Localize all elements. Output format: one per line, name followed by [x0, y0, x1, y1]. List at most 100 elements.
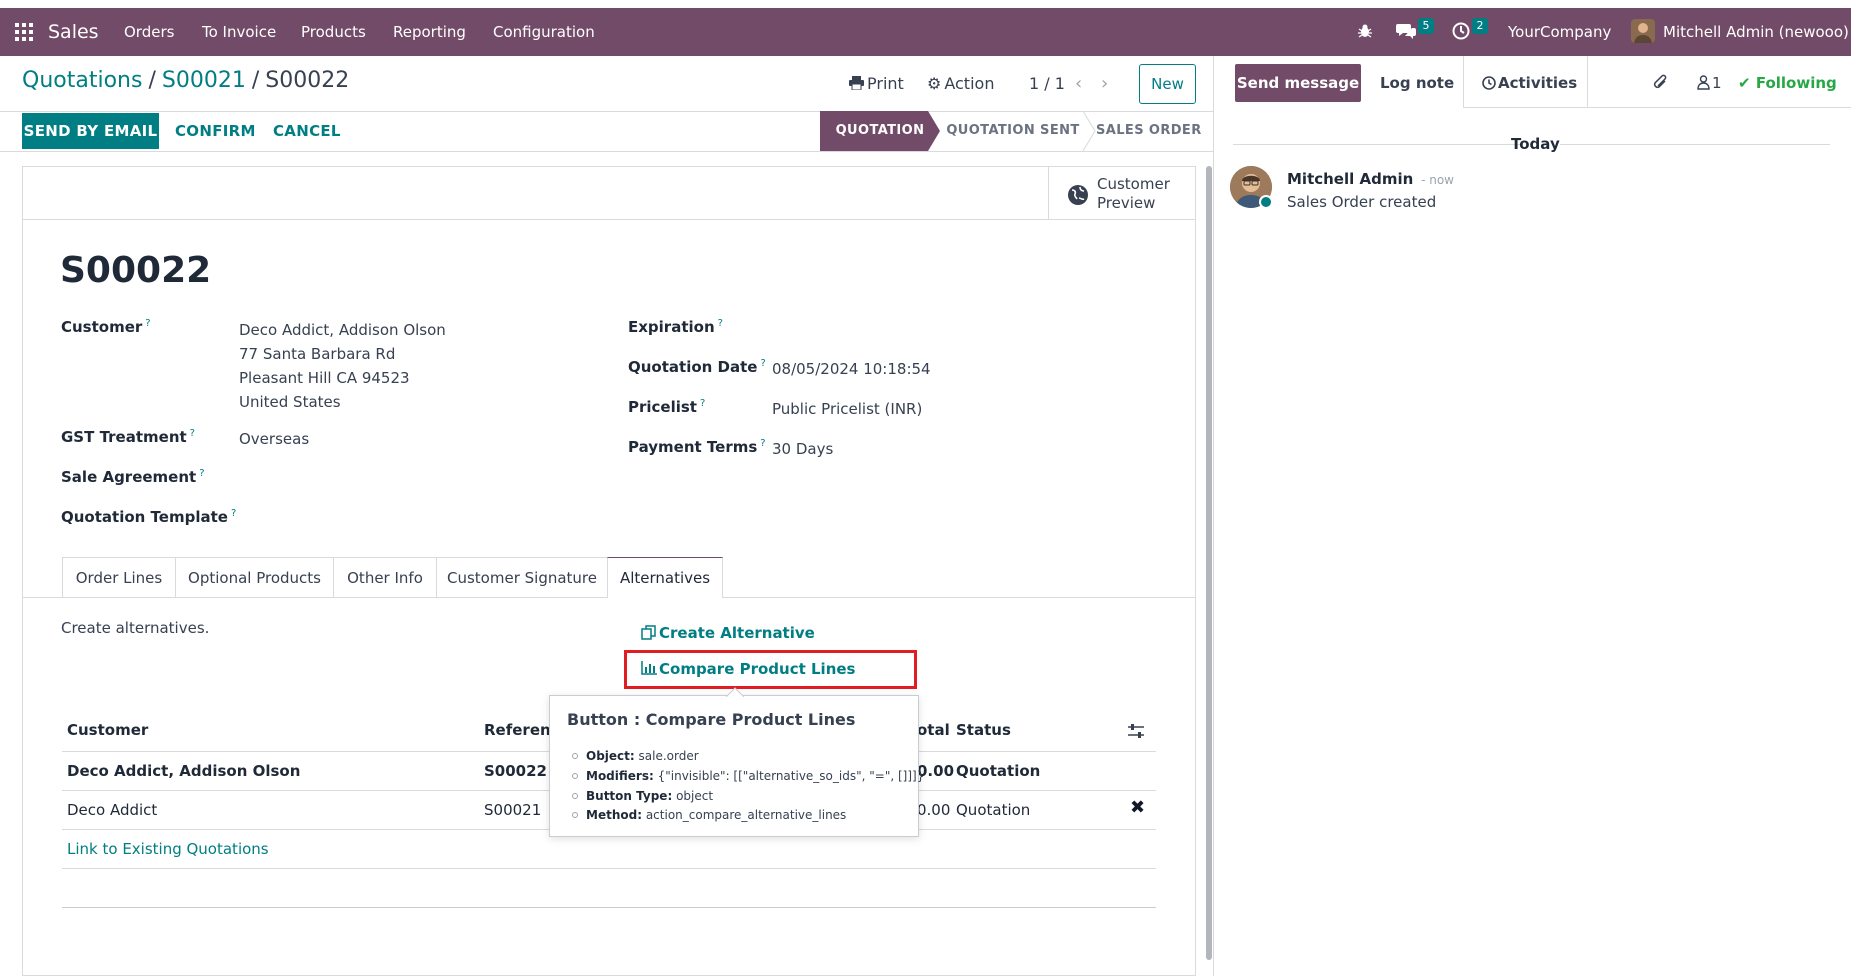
following-button[interactable]: ✔ Following	[1738, 64, 1837, 102]
action-label: Action	[944, 74, 995, 93]
message-time: - now	[1421, 173, 1454, 187]
followers-button[interactable]: 1	[1697, 64, 1722, 102]
customer-preview-button[interactable]: Customer Preview	[1048, 166, 1196, 219]
link-existing-quotations[interactable]: Link to Existing Quotations	[67, 840, 269, 858]
chatter-topbar-divider	[1463, 107, 1851, 108]
bug-icon[interactable]	[1357, 8, 1373, 56]
quotation-template-field[interactable]	[239, 506, 579, 532]
tab-optional-products[interactable]: Optional Products	[175, 557, 333, 597]
cancel-button[interactable]: CANCEL	[273, 113, 341, 149]
activities-badge: 2	[1472, 18, 1488, 34]
create-alternative-label: Create Alternative	[659, 624, 815, 642]
clock-icon	[1482, 76, 1496, 90]
pricelist-help-icon[interactable]: ?	[700, 398, 705, 409]
message-header: Mitchell Admin - now	[1287, 170, 1454, 188]
alternatives-helper-text: Create alternatives.	[61, 619, 210, 637]
payment-terms-field[interactable]: 30 Days	[772, 440, 833, 458]
template-help-icon[interactable]: ?	[231, 508, 236, 519]
print-button[interactable]: Print	[849, 65, 904, 103]
quotation-date-label: Quotation Date?	[628, 358, 766, 376]
new-button[interactable]: New	[1139, 64, 1196, 104]
payment-terms-label-text: Payment Terms	[628, 438, 758, 456]
user-menu[interactable]: Mitchell Admin (newooo)	[1663, 8, 1849, 56]
stage-quotation[interactable]: QUOTATION	[820, 111, 940, 151]
tooltip-button-type: Button Type: object	[572, 789, 713, 803]
send-message-button[interactable]: Send message	[1235, 64, 1361, 102]
app-name[interactable]: Sales	[48, 8, 99, 56]
row-customer: Deco Addict	[67, 801, 158, 819]
user-icon	[1697, 75, 1710, 90]
customer-preview-line1: Customer	[1097, 175, 1170, 193]
expiration-field[interactable]	[772, 316, 1152, 342]
breadcrumb-s00021[interactable]: S00021	[162, 68, 246, 93]
template-label-text: Quotation Template	[61, 508, 228, 526]
row-reference: S00022	[484, 762, 547, 780]
menu-products[interactable]: Products	[301, 8, 366, 56]
pager-value[interactable]: 1 / 1	[1029, 65, 1065, 103]
column-status[interactable]: Status	[956, 721, 1011, 739]
tooltip-object-key: Object:	[586, 749, 635, 763]
payment-terms-help-icon[interactable]: ?	[760, 438, 765, 449]
user-avatar[interactable]	[1631, 8, 1655, 56]
delete-row-icon[interactable]: ✖	[1130, 797, 1145, 818]
breadcrumb-quotations[interactable]: Quotations	[22, 68, 142, 93]
expiration-help-icon[interactable]: ?	[718, 318, 723, 329]
optional-columns-icon[interactable]	[1127, 723, 1145, 739]
form-scrollbar[interactable]	[1206, 166, 1212, 960]
menu-reporting[interactable]: Reporting	[393, 8, 466, 56]
chatter-tab-divider	[1463, 56, 1464, 108]
copy-icon	[641, 625, 656, 640]
customer-field[interactable]: Deco Addict, Addison Olson 77 Santa Barb…	[239, 318, 446, 414]
action-button[interactable]: ⚙ Action	[927, 65, 994, 103]
pricelist-field[interactable]: Public Pricelist (INR)	[772, 400, 922, 418]
customer-label: Customer?	[61, 318, 151, 336]
payment-terms-label: Payment Terms?	[628, 438, 766, 456]
messages-icon[interactable]	[1396, 8, 1416, 56]
stage-sales-order[interactable]: SALES ORDER	[1096, 111, 1201, 151]
expiration-label: Expiration?	[628, 318, 723, 336]
create-alternative-button[interactable]: Create Alternative	[641, 624, 815, 642]
tab-order-lines[interactable]: Order Lines	[62, 557, 175, 597]
customer-country: United States	[239, 393, 341, 411]
activities-button[interactable]: Activities	[1482, 64, 1577, 102]
attachment-icon[interactable]	[1652, 64, 1668, 102]
messages-badge: 5	[1418, 18, 1434, 34]
list-footer-divider	[62, 907, 1156, 908]
customer-help-icon[interactable]: ?	[145, 318, 150, 329]
agreement-help-icon[interactable]: ?	[199, 468, 204, 479]
tab-alternatives[interactable]: Alternatives	[607, 557, 723, 598]
gst-treatment-field[interactable]: Overseas	[239, 430, 309, 448]
compare-product-lines-button[interactable]: Compare Product Lines	[641, 660, 855, 678]
menu-configuration[interactable]: Configuration	[493, 8, 595, 56]
stage-quotation-sent[interactable]: QUOTATION SENT	[944, 111, 1082, 151]
pager-next-icon[interactable]: ›	[1101, 65, 1108, 103]
message-body: Sales Order created	[1287, 193, 1437, 211]
pricelist-label-text: Pricelist	[628, 398, 697, 416]
column-customer[interactable]: Customer	[67, 721, 148, 739]
printer-icon	[849, 76, 864, 91]
row-customer: Deco Addict, Addison Olson	[67, 762, 301, 780]
gst-help-icon[interactable]: ?	[190, 428, 195, 439]
quotation-template-label: Quotation Template?	[61, 508, 236, 526]
apps-menu-icon[interactable]	[15, 23, 33, 41]
confirm-button[interactable]: CONFIRM	[175, 113, 256, 149]
activities-clock-icon[interactable]	[1452, 8, 1470, 56]
customer-street: 77 Santa Barbara Rd	[239, 345, 396, 363]
menu-orders[interactable]: Orders	[124, 8, 174, 56]
tab-customer-signature[interactable]: Customer Signature	[436, 557, 607, 597]
send-by-email-button[interactable]: SEND BY EMAIL	[22, 113, 159, 149]
message-author[interactable]: Mitchell Admin	[1287, 170, 1413, 188]
sale-agreement-field[interactable]	[239, 466, 579, 492]
quotation-date-field[interactable]: 08/05/2024 10:18:54	[772, 360, 931, 378]
row-reference: S00021	[484, 801, 542, 819]
company-switcher[interactable]: YourCompany	[1508, 8, 1611, 56]
tab-other-info[interactable]: Other Info	[333, 557, 436, 597]
log-note-button[interactable]: Log note	[1380, 64, 1454, 102]
quotation-date-help-icon[interactable]: ?	[760, 358, 765, 369]
tooltip-button-type-key: Button Type:	[586, 789, 673, 803]
customer-label-text: Customer	[61, 318, 143, 336]
pager-previous-icon[interactable]: ‹	[1075, 65, 1082, 103]
menu-to-invoice[interactable]: To Invoice	[202, 8, 276, 56]
print-label: Print	[867, 74, 904, 93]
column-total[interactable]: otal	[917, 721, 950, 739]
